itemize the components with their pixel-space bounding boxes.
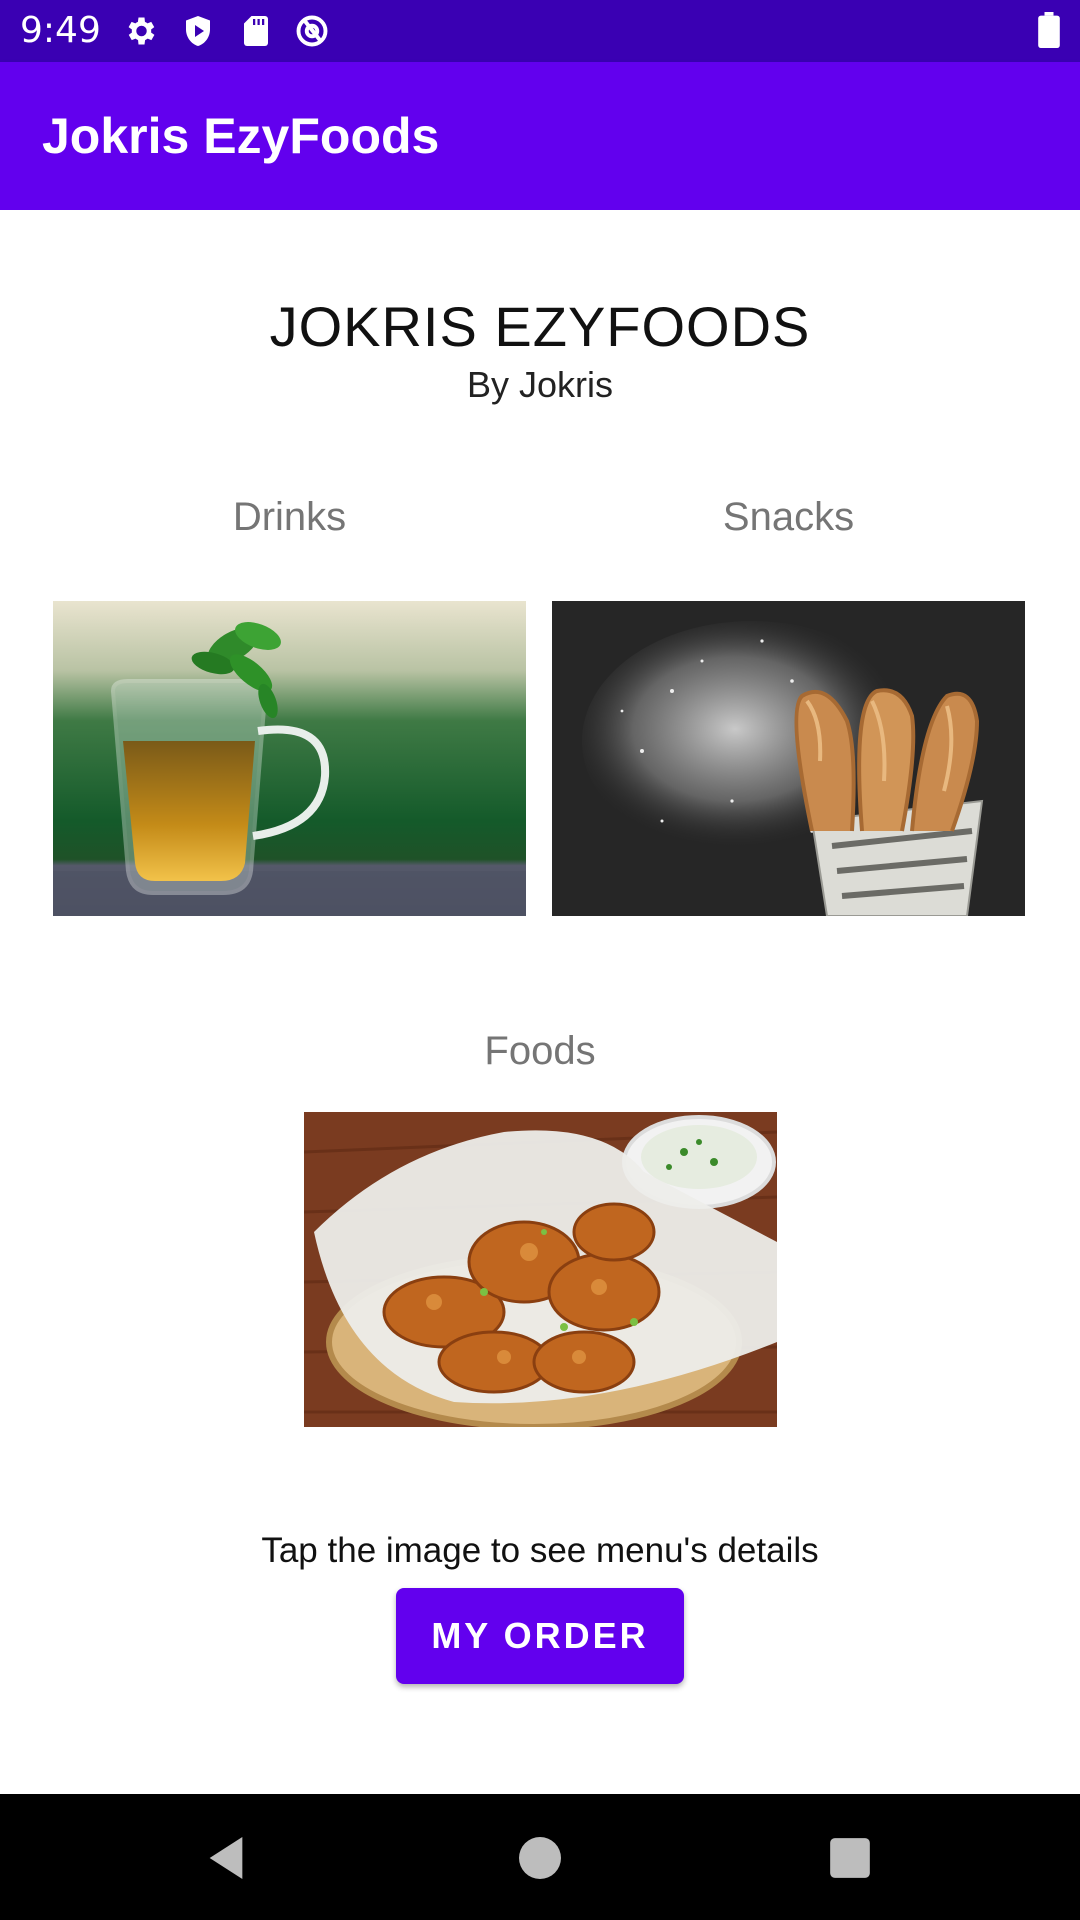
my-order-button[interactable]: MY ORDER — [396, 1588, 684, 1684]
app-bar: Jokris EzyFoods — [0, 62, 1080, 210]
recents-icon[interactable] — [822, 1830, 878, 1886]
sd-card-icon — [244, 16, 268, 46]
gear-icon — [128, 17, 155, 45]
hint-text: Tap the image to see menu's details — [261, 1531, 819, 1570]
home-icon[interactable] — [512, 1830, 568, 1886]
back-icon[interactable] — [198, 1830, 254, 1886]
navigation-bar — [0, 1794, 1080, 1920]
shield-play-icon — [186, 16, 210, 46]
status-bar: 9:49 — [0, 0, 1080, 62]
status-time: 9:49 — [20, 10, 101, 51]
foods-image[interactable] — [304, 1112, 777, 1427]
page-subtitle: By Jokris — [466, 364, 614, 405]
page-title: JOKRIS EZYFOODS — [269, 295, 811, 358]
drinks-image[interactable] — [53, 601, 526, 916]
snacks-image[interactable] — [552, 601, 1025, 916]
drinks-label: Drinks — [232, 495, 347, 539]
snacks-label: Snacks — [722, 495, 855, 539]
main-content: JOKRIS EZYFOODS By Jokris Drinks Snacks — [0, 210, 1080, 1794]
app-title: Jokris EzyFoods — [42, 108, 440, 164]
at-sign-icon — [296, 15, 328, 47]
foods-label: Foods — [484, 1029, 596, 1073]
battery-icon — [1038, 12, 1060, 48]
